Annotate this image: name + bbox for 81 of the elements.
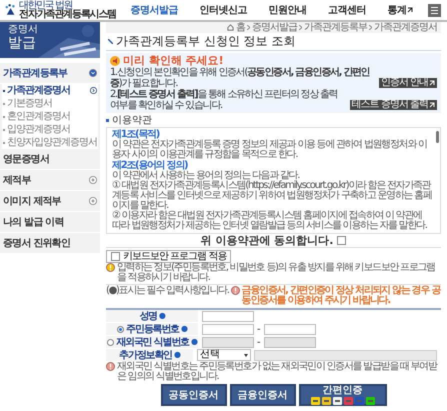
- breadcrumb-link[interactable]: 홈: [236, 22, 245, 33]
- auth-button[interactable]: 간편인증: [298, 384, 386, 406]
- breadcrumb-link[interactable]: 증명서발급: [252, 22, 297, 33]
- side-menu-item[interactable]: 증명서 진위확인: [0, 233, 100, 254]
- page-title: 가족관계등록부 신청인 정보 조회: [116, 34, 296, 49]
- megaphone-icon: [110, 56, 120, 66]
- notice-button[interactable]: 인증서 안내: [378, 78, 437, 88]
- input-field[interactable]: [202, 310, 254, 322]
- separator-text: -: [257, 324, 261, 334]
- plus-circle-icon: [89, 176, 97, 184]
- field-label: 성명: [139, 310, 157, 323]
- field-label: 주민등록번호: [126, 323, 180, 336]
- alert-icon: [106, 263, 115, 272]
- input-field[interactable]: [202, 324, 254, 334]
- system-name: 전자가족관계등록시스템: [19, 10, 116, 19]
- terms-paragraph: ② 이용자라 함은 대법원 전자가족관계등록시스템 홈페이지에 접속하여 이 약관에 따라 법원행정처가 제공하는 인터넷 열람발급 등의 서비스를 이용하는 자를 말한다.: [112, 211, 428, 231]
- side-menu-item[interactable]: 영문증명서: [0, 149, 100, 170]
- banner-caption: 증명서: [8, 24, 39, 35]
- org-name: 대한민국 법원: [19, 1, 72, 10]
- agreement-label: 위 이용약관에 동의합니다.: [200, 234, 334, 247]
- terms-paragraph: 이 약관은 전자가족관계등록 증명 정보의 제공과 이용 등에 관하여 법원행정처와 이용자 사이의 이용관계를 규정함을 목적으로 한다.: [112, 140, 428, 160]
- notice-text: 2.[테스트 증명서 출력]을 통해 소유하신 프린터의 정상 출력 여부를 확인하실 수 있습니다.: [110, 89, 338, 111]
- side-menu-item[interactable]: 이미지 제적부: [0, 191, 100, 212]
- radio-button[interactable]: [117, 326, 124, 332]
- external-link-icon: [429, 80, 435, 86]
- menu-button[interactable]: [428, 4, 441, 16]
- keyboard-security-hint: 입력하는 정보(주민등록번호, 비밀번호 등)의 유출 방지를 위해 키보드보안 프로그램을 적용하시기 바랍니다.: [117, 263, 436, 283]
- bullet-icon: [106, 119, 109, 122]
- side-submenu-item[interactable]: 가족관계증명서: [2, 84, 98, 97]
- terms-paragraph: ① 대법원 전자가족관계등록시스템(https://efamily.scourt.go.kr)이라 함은 전자가족관계등록 서비스를 인터넷으로 제공하기 위하여 법원행정처가 구축하고 운영하는 홈페이지를 말한다.: [112, 181, 432, 211]
- chevron-right-icon: [369, 25, 372, 30]
- side-submenu-item[interactable]: 혼인관계증명서: [2, 110, 98, 123]
- terms-paragraph: 이 약관에서 사용하는 용어의 정의는 다음과 같다.: [112, 171, 300, 181]
- keyboard-security-checkbox[interactable]: [111, 252, 120, 261]
- plus-circle-icon: [89, 197, 97, 205]
- field-label: 추가정보확인: [119, 349, 172, 362]
- auth-button[interactable]: 공동인증서: [160, 384, 226, 406]
- terms-article-title: 제1조(목적): [112, 130, 160, 140]
- separator-text: -: [257, 336, 261, 348]
- nav-link[interactable]: 민원안내: [268, 3, 306, 17]
- field-label: 재외국민 식별번호: [116, 336, 189, 349]
- required-note: (●)표시는 필수 입력사항입니다.: [106, 286, 229, 296]
- footnote: 재외국민 식별번호는 주민등록번호가 없는 재외국민이 인증서를 발급받을 때 부여받은 임의의 식별번호입니다.: [117, 362, 438, 382]
- side-submenu-item[interactable]: 기본증명서: [2, 97, 98, 110]
- home-icon: [227, 24, 234, 31]
- notice-button[interactable]: 테스트 증명서 출력: [350, 100, 437, 110]
- breadcrumb-link[interactable]: 가족관계증명서: [374, 22, 437, 33]
- keyboard-security-button[interactable]: 키보드보안 프로그램 적용: [106, 250, 232, 263]
- external-link-icon: [407, 7, 414, 13]
- external-link-icon: [429, 102, 435, 108]
- input-field[interactable]: [264, 324, 316, 334]
- side-menu-item[interactable]: 나의 발급 이력: [0, 212, 100, 233]
- banner-title: 발급: [8, 35, 37, 51]
- section-heading: 이용약관: [112, 115, 152, 126]
- terms-article-title: 제2조(용어의 정의): [112, 161, 188, 171]
- breadcrumb-link[interactable]: 가족관계등록부: [304, 22, 367, 33]
- chevron-right-icon: [299, 25, 302, 30]
- title-marker-icon: [108, 39, 113, 44]
- court-logo-icon: [4, 3, 18, 17]
- scrollbar-thumb[interactable]: [436, 131, 439, 143]
- nav-link[interactable]: 고객센터: [328, 3, 366, 17]
- chevron-down-circle-icon: [89, 69, 97, 77]
- chevron-right-icon: [247, 25, 250, 30]
- nav-link[interactable]: 통계: [387, 3, 414, 17]
- side-menu-item[interactable]: 제적부: [0, 170, 100, 191]
- side-submenu-item[interactable]: 입양관계증명서: [2, 123, 98, 136]
- side-submenu-item[interactable]: 친양자입양관계증명서: [2, 136, 98, 149]
- required-mark: ●: [158, 311, 165, 321]
- required-mark: ●: [190, 337, 197, 347]
- required-mark: ●: [174, 350, 180, 360]
- alert-icon: [230, 286, 240, 295]
- nav-link[interactable]: 인터넷신고: [200, 3, 248, 17]
- caret-icon: [244, 354, 248, 356]
- nav-link[interactable]: 증명서발급: [130, 3, 178, 17]
- notice-title: 미리 확인해 주세요!: [123, 54, 224, 67]
- warning-text: 금융인증서, 간편인증이 정상 처리되지 않는 경우 공동인증서를 이용하여 주시기 바랍니다.: [242, 286, 441, 306]
- required-mark: ●: [181, 324, 187, 334]
- auth-button[interactable]: 금융인증서: [230, 384, 296, 406]
- select-dropdown[interactable]: 선택: [197, 349, 251, 361]
- notice-text: 1.신청인의 본인확인을 위해 인증서(공동인증서, 금융인증서, 간편인증)가 필요합니다.: [110, 67, 370, 89]
- agreement-checkbox[interactable]: [337, 236, 346, 245]
